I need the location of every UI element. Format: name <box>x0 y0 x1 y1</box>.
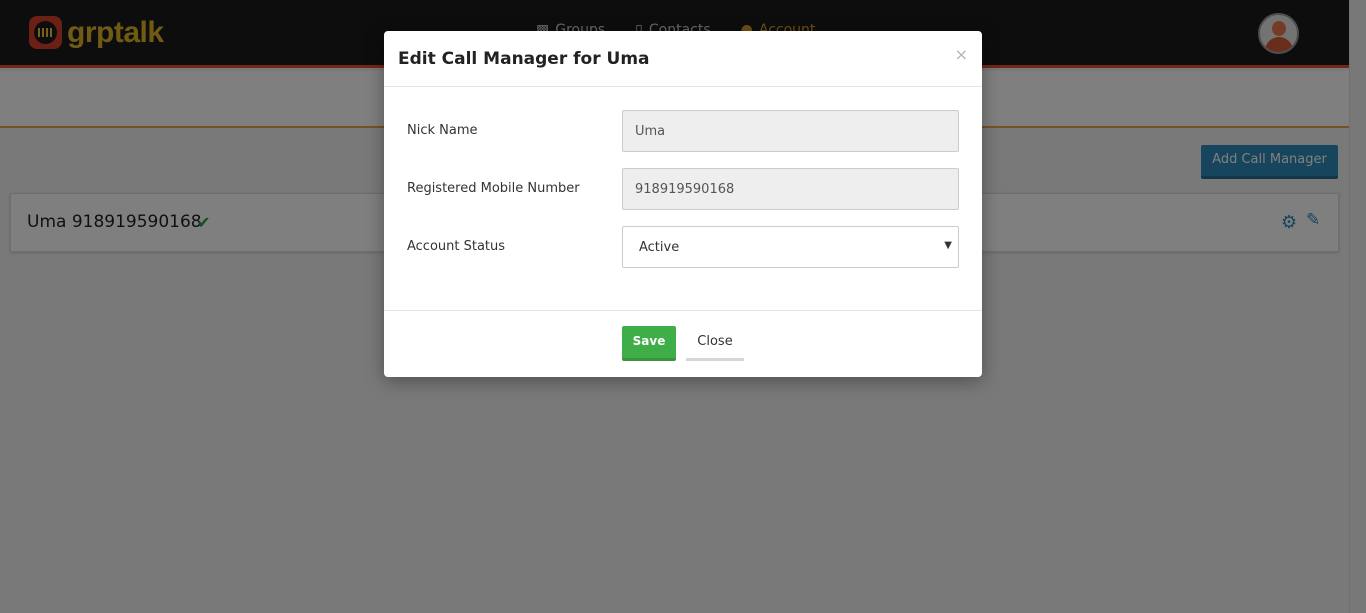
chevron-down-icon: ▼ <box>944 240 952 251</box>
account-status-select[interactable]: Active ▼ <box>622 226 959 268</box>
nick-name-field[interactable] <box>622 110 959 152</box>
mobile-number-label: Registered Mobile Number <box>407 181 580 196</box>
nick-name-label: Nick Name <box>407 123 478 138</box>
mobile-number-field[interactable] <box>622 168 959 210</box>
save-button[interactable]: Save <box>622 326 676 361</box>
close-icon[interactable]: × <box>955 46 968 64</box>
modal-header: Edit Call Manager for Uma × <box>384 31 982 87</box>
modal-footer: Save Close <box>384 311 982 376</box>
account-status-value: Active <box>639 240 680 255</box>
edit-call-manager-modal: Edit Call Manager for Uma × Nick Name Re… <box>384 31 982 377</box>
account-status-label: Account Status <box>407 239 506 254</box>
modal-title: Edit Call Manager for Uma <box>398 49 650 69</box>
close-button[interactable]: Close <box>686 326 744 361</box>
modal-body: Nick Name Registered Mobile Number Accou… <box>384 87 982 311</box>
